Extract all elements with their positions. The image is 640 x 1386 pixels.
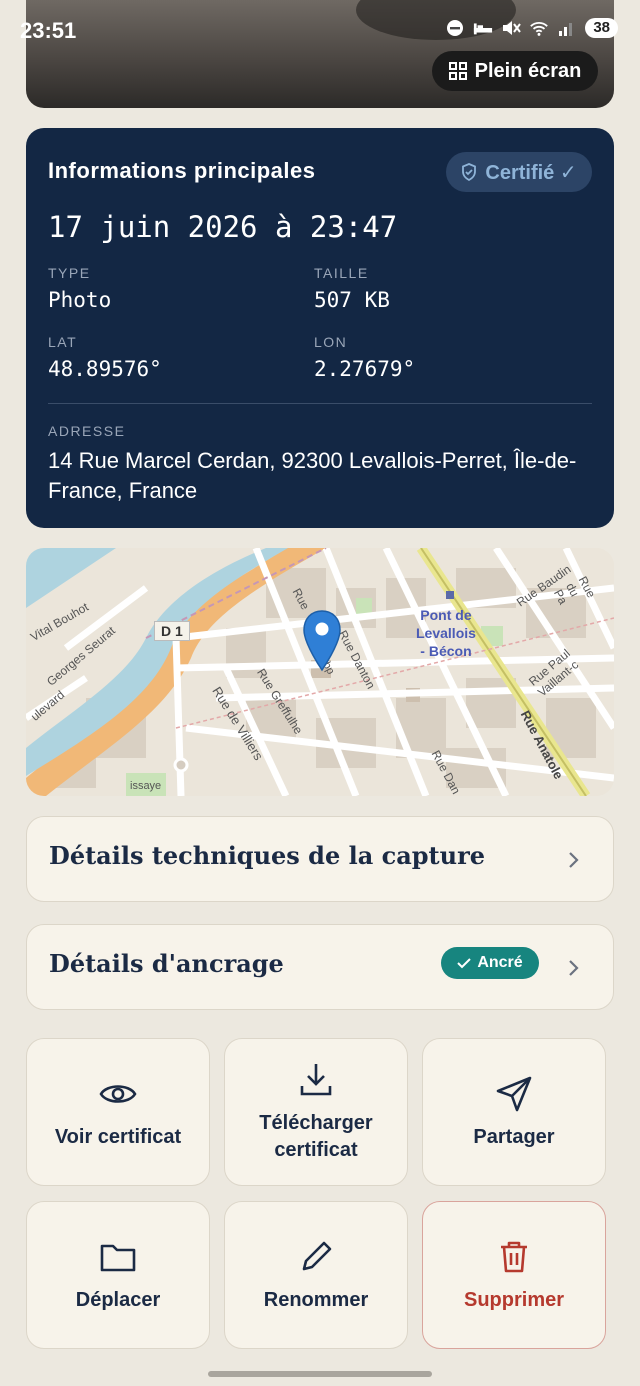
delete-button[interactable]: Supprimer bbox=[422, 1201, 606, 1349]
status-icons: 38 bbox=[445, 18, 618, 38]
location-marker-icon[interactable] bbox=[302, 610, 342, 672]
check-icon bbox=[457, 958, 472, 969]
send-icon bbox=[496, 1076, 532, 1111]
size-label: TAILLE bbox=[314, 265, 369, 281]
location-map[interactable]: D 1 Pont de Levallois - Bécon Rue Danton… bbox=[26, 548, 614, 796]
share-button[interactable]: Partager bbox=[422, 1038, 606, 1186]
anchor-details-row[interactable]: Détails d'ancrage Ancré bbox=[26, 924, 614, 1010]
chevron-right-icon bbox=[569, 960, 579, 976]
wifi-icon bbox=[529, 18, 549, 38]
capture-date: 17 juin 2026 à 23:47 bbox=[48, 210, 398, 244]
fullscreen-button[interactable]: Plein écran bbox=[432, 51, 598, 91]
map-canvas bbox=[26, 548, 614, 796]
battery-indicator: 38 bbox=[585, 18, 618, 38]
lat-value: 48.89576° bbox=[48, 357, 162, 381]
shield-icon bbox=[462, 163, 477, 181]
type-label: TYPE bbox=[48, 265, 91, 281]
status-time: 23:51 bbox=[20, 18, 77, 43]
lat-label: LAT bbox=[48, 334, 78, 350]
main-info-card: Informations principales Certifié ✓ 17 j… bbox=[26, 128, 614, 528]
info-title: Informations principales bbox=[48, 158, 316, 183]
chevron-right-icon bbox=[569, 852, 579, 868]
dnd-icon bbox=[445, 18, 465, 38]
mute-icon bbox=[501, 18, 522, 38]
station-line-2: Levallois bbox=[416, 625, 476, 641]
home-indicator[interactable] bbox=[208, 1371, 432, 1377]
anchored-badge: Ancré bbox=[441, 947, 539, 979]
map-label-d1: D 1 bbox=[154, 621, 190, 641]
folder-icon bbox=[100, 1244, 136, 1271]
download-certificate-label-1: Télécharger bbox=[259, 1112, 373, 1134]
rename-button[interactable]: Renommer bbox=[224, 1201, 408, 1349]
delete-label: Supprimer bbox=[463, 1288, 565, 1311]
capture-details-row[interactable]: Détails techniques de la capture bbox=[26, 816, 614, 902]
map-label-issaye: issaye bbox=[130, 780, 162, 792]
grid-icon bbox=[448, 62, 467, 80]
rename-label: Renommer bbox=[263, 1288, 369, 1311]
lon-label: LON bbox=[314, 334, 348, 350]
size-value: 507 KB bbox=[314, 288, 390, 312]
address-value: 14 Rue Marcel Cerdan, 92300 Levallois-Pe… bbox=[48, 448, 577, 503]
view-certificate-label: Voir certificat bbox=[54, 1125, 182, 1148]
pencil-icon bbox=[302, 1241, 332, 1270]
station-line-3: - Bécon bbox=[420, 643, 472, 659]
capture-details-title: Détails techniques de la capture bbox=[49, 841, 485, 870]
anchored-badge-label: Ancré bbox=[477, 954, 523, 971]
info-divider bbox=[48, 403, 592, 404]
view-certificate-button[interactable]: Voir certificat bbox=[26, 1038, 210, 1186]
download-certificate-button[interactable]: Télécharger certificat bbox=[224, 1038, 408, 1186]
fullscreen-label: Plein écran bbox=[474, 59, 582, 82]
lon-value: 2.27679° bbox=[314, 357, 416, 381]
certified-label: Certifié ✓ bbox=[485, 161, 577, 184]
certified-badge: Certifié ✓ bbox=[446, 152, 592, 192]
anchor-details-title: Détails d'ancrage bbox=[49, 949, 284, 978]
download-icon bbox=[300, 1064, 332, 1096]
station-line-1: Pont de bbox=[420, 607, 472, 623]
signal-icon bbox=[557, 18, 577, 38]
sleep-icon bbox=[473, 18, 493, 38]
map-label-station: Pont de Levallois - Bécon bbox=[416, 606, 476, 660]
download-certificate-label-2: certificat bbox=[274, 1139, 358, 1161]
type-value: Photo bbox=[48, 288, 112, 312]
move-button[interactable]: Déplacer bbox=[26, 1201, 210, 1349]
address-label: ADRESSE bbox=[48, 423, 126, 439]
eye-icon bbox=[99, 1084, 137, 1103]
trash-icon bbox=[501, 1241, 527, 1272]
share-label: Partager bbox=[473, 1125, 555, 1148]
move-label: Déplacer bbox=[75, 1288, 161, 1311]
